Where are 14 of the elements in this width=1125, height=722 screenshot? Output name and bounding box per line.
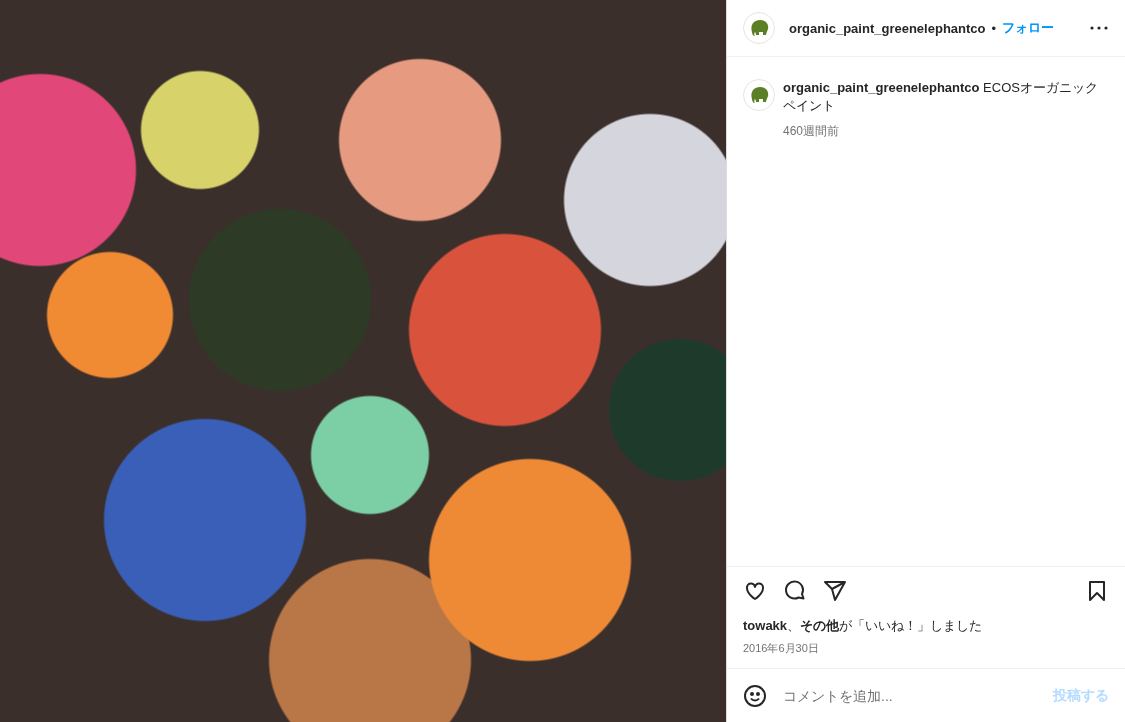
elephant-avatar-icon[interactable] xyxy=(743,12,775,44)
share-icon[interactable] xyxy=(823,579,847,603)
follow-button[interactable]: フォロー xyxy=(1002,19,1055,37)
comment-input-field[interactable]: コメントを追加... xyxy=(781,686,1035,705)
caption-text: organic_paint_greenelephantco ECOSオーガニックペイント xyxy=(783,79,1099,115)
elephant-avatar-icon[interactable] xyxy=(743,79,775,111)
heart-icon[interactable] xyxy=(743,579,767,603)
smiley-icon[interactable] xyxy=(743,683,767,708)
separator-dot: • xyxy=(991,20,997,36)
post-date: 2016年6月30日 xyxy=(743,641,820,656)
username-link[interactable]: organic_paint_greenelephantco xyxy=(789,20,986,36)
likes-text: towakk、その他が「いいね！」しました xyxy=(743,617,984,635)
comment-icon[interactable] xyxy=(783,579,807,603)
post-time: 460週間前 xyxy=(783,123,841,140)
